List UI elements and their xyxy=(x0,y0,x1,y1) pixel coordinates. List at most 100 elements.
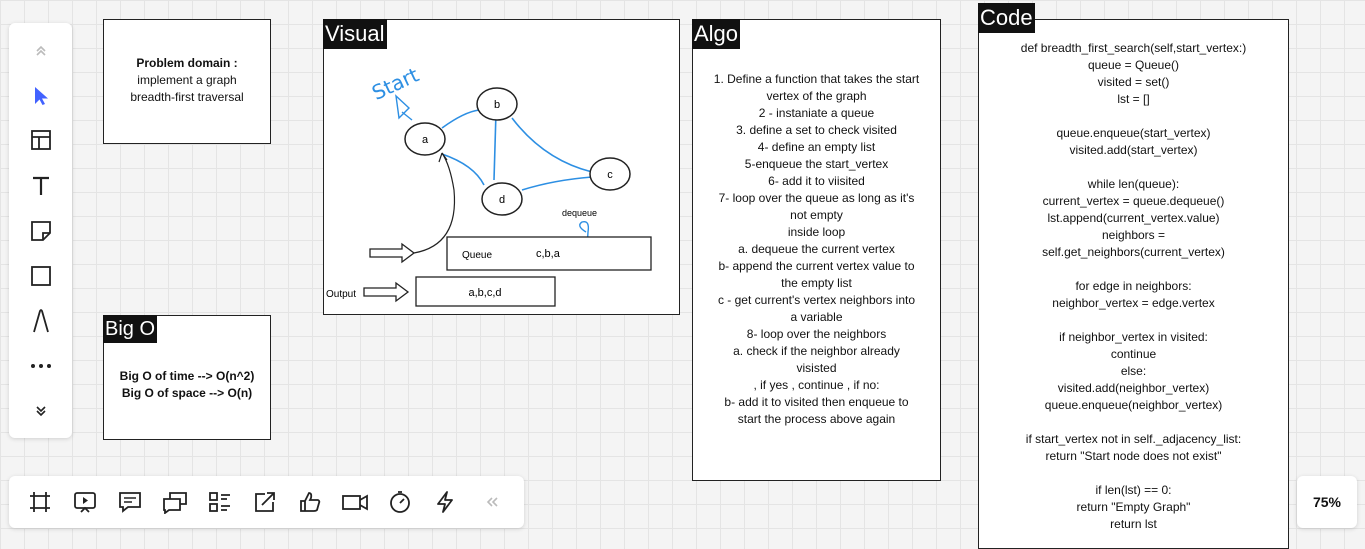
algo-frame[interactable]: Algo 1. Define a function that takes the… xyxy=(692,19,941,481)
start-arrow xyxy=(395,94,411,120)
big-o-time: Big O of time --> O(n^2) xyxy=(119,369,255,383)
algo-step-line: a. check if the neighbor already xyxy=(733,344,900,358)
graph-drawing: Start a b c d dequeue Queue c,b,a Output xyxy=(326,62,652,307)
code-title: Code xyxy=(978,3,1035,33)
problem-domain-line: implement a graph xyxy=(137,73,237,87)
code-line: current_vertex = queue.dequeue() xyxy=(1042,194,1225,208)
algo-step-line: the empty list xyxy=(781,276,852,290)
problem-domain-frame[interactable]: Problem domain : implement a graph bread… xyxy=(103,19,271,144)
pen-icon[interactable] xyxy=(9,303,72,339)
algo-step-line: start the process above again xyxy=(737,412,896,426)
code-listing: def breadth_first_search(self,start_vert… xyxy=(979,40,1288,533)
select-cursor-icon[interactable] xyxy=(9,78,72,114)
sticky-note-icon[interactable] xyxy=(9,213,72,249)
code-line: neighbors = xyxy=(1101,228,1166,242)
edge-d-c xyxy=(521,176,593,191)
enqueue-arrow xyxy=(369,242,416,264)
code-line: visited.add(neighbor_vertex) xyxy=(1057,381,1210,395)
collapse-icon[interactable] xyxy=(474,484,510,520)
edge-a-b xyxy=(441,109,480,129)
algo-step-line: b- add it to visited then enqueue to xyxy=(724,395,909,409)
code-line: lst = [] xyxy=(1117,92,1150,106)
code-line: continue xyxy=(1110,347,1157,361)
chat-icon[interactable] xyxy=(157,484,193,520)
code-line: if neighbor_vertex in visited: xyxy=(1059,330,1208,344)
algo-step-line: inside loop xyxy=(787,225,846,239)
left-toolbar xyxy=(9,23,72,438)
edge-a-d xyxy=(441,153,485,186)
more-icon[interactable] xyxy=(9,348,72,384)
problem-domain-line: breadth-first traversal xyxy=(130,90,244,104)
algo-step-line: visisted xyxy=(796,361,837,375)
code-line: visited = set() xyxy=(1097,75,1170,89)
big-o-frame[interactable]: Big O Big O of time --> O(n^2) Big O of … xyxy=(103,315,271,440)
edge-b-d xyxy=(493,111,497,181)
templates-icon[interactable] xyxy=(9,122,72,158)
code-line: queue.enqueue(start_vertex) xyxy=(1056,126,1211,140)
code-frame[interactable]: Code def breadth_first_search(self,start… xyxy=(978,3,1289,549)
algo-step-line: not empty xyxy=(790,208,843,222)
share-icon[interactable] xyxy=(247,484,283,520)
code-line: visited.add(start_vertex) xyxy=(1069,143,1198,157)
algo-step-line: a variable xyxy=(790,310,843,324)
output-arrow xyxy=(363,281,410,303)
output-values: a,b,c,d xyxy=(468,287,501,299)
start-handwritten-label: Start xyxy=(368,62,423,104)
timer-icon[interactable] xyxy=(382,484,418,520)
code-line: def breadth_first_search(self,start_vert… xyxy=(1020,41,1247,55)
code-line: queue.enqueue(neighbor_vertex) xyxy=(1044,398,1223,412)
algo-step-line: 4- define an empty list xyxy=(757,140,876,154)
shape-icon[interactable] xyxy=(9,258,72,294)
algo-step-line: 2 - instaniate a queue xyxy=(758,106,875,120)
algo-step-line: 8- loop over the neighbors xyxy=(746,327,887,341)
algo-step-line: vertex of the graph xyxy=(766,89,867,103)
big-o-text: Big O of time --> O(n^2) Big O of space … xyxy=(104,368,270,402)
code-line: for edge in neighbors: xyxy=(1075,279,1192,293)
video-icon[interactable] xyxy=(337,484,373,520)
code-line: return lst xyxy=(1110,517,1157,531)
code-line: return "Start node does not exist" xyxy=(1045,449,1222,463)
code-line: if start_vertex not in self._adjacency_l… xyxy=(1025,432,1242,446)
comment-icon[interactable] xyxy=(112,484,148,520)
algo-step-line: 3. define a set to check visited xyxy=(736,123,897,137)
algo-step-line: b- append the current vertex value to xyxy=(718,259,915,273)
algo-title: Algo xyxy=(692,19,741,49)
algo-step-line: a. dequeue the current vertex xyxy=(738,242,895,256)
card-icon[interactable] xyxy=(202,484,238,520)
code-line: while len(queue): xyxy=(1087,177,1180,191)
code-line: queue = Queue() xyxy=(1087,58,1180,72)
algo-step-line: 6- add it to viisited xyxy=(768,174,865,188)
edge-b-c xyxy=(511,117,593,173)
voting-icon[interactable] xyxy=(427,484,463,520)
reaction-icon[interactable] xyxy=(292,484,328,520)
problem-domain-text: Problem domain : implement a graph bread… xyxy=(104,55,270,106)
node-d-label: d xyxy=(499,194,505,206)
zoom-level[interactable]: 75% xyxy=(1297,476,1357,528)
problem-domain-title: Problem domain : xyxy=(136,56,238,70)
algo-step-line: 1. Define a function that takes the star… xyxy=(713,72,920,86)
code-line: self.get_neighbors(current_vertex) xyxy=(1042,245,1225,259)
frame-icon[interactable] xyxy=(22,484,58,520)
algo-step-line: 5-enqueue the start_vertex xyxy=(744,157,889,171)
dequeue-label: dequeue xyxy=(562,208,597,218)
bottom-toolbar xyxy=(9,476,524,528)
expand-down-icon[interactable] xyxy=(9,393,72,429)
node-b-label: b xyxy=(494,99,500,111)
visual-frame[interactable]: Visual Start a b c d dequeue Queue c,b,a xyxy=(323,19,680,315)
output-label: Output xyxy=(326,289,356,300)
present-icon[interactable] xyxy=(67,484,103,520)
code-line: neighbor_vertex = edge.vertex xyxy=(1052,296,1215,310)
collapse-up-icon[interactable] xyxy=(9,33,72,69)
text-icon[interactable] xyxy=(9,168,72,204)
code-line: lst.append(current_vertex.value) xyxy=(1047,211,1220,225)
queue-values: c,b,a xyxy=(536,248,561,260)
start-arrow-tail xyxy=(401,111,413,121)
code-line: return "Empty Graph" xyxy=(1076,500,1191,514)
code-line: if len(lst) == 0: xyxy=(1095,483,1172,497)
node-a-label: a xyxy=(422,134,429,146)
big-o-space: Big O of space --> O(n) xyxy=(121,386,253,400)
